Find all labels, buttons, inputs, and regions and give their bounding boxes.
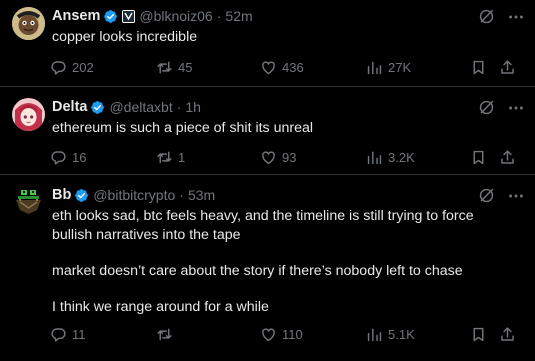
like-button[interactable]: 436 [260,57,304,77]
more-icon[interactable] [507,8,525,26]
user-handle[interactable]: @bitbitcrypto [93,187,175,203]
like-icon [262,150,275,164]
more-icon[interactable] [507,187,525,205]
separator-dot: · [179,187,184,203]
timestamp[interactable]: 52m [225,8,252,24]
separator-dot: · [216,8,222,24]
views-count: 27K [388,59,412,75]
reply-count: 11 [72,326,86,342]
tweet-paragraph: ethereum is such a piece of shit its unr… [52,120,314,136]
tweet-delta[interactable]: Delta @deltaxbt · 1h ethereum is such a … [0,87,535,175]
reply-button[interactable]: 11 [50,324,86,344]
bookmark-icon [473,60,484,74]
repost-count: 45 [178,59,193,75]
like-count: 93 [282,149,297,165]
bookmark-button[interactable] [470,324,487,344]
reply-icon [51,60,66,75]
user-handle[interactable]: @blknoiz06 [139,8,212,24]
repost-button[interactable] [156,324,178,344]
action-bar: 11 110 5.1K [50,324,520,344]
like-button[interactable]: 93 [260,147,296,167]
views-count: 5.1K [388,326,415,342]
views-button[interactable]: 5.1K [366,324,415,344]
verified-badge-icon [104,9,118,23]
repost-button[interactable]: 45 [156,57,192,77]
more-icon[interactable] [507,99,525,117]
tweet-bb[interactable]: Bb @bitbitcrypto · 53m eth looks sad, bt… [0,175,535,361]
share-icon [501,326,514,341]
timeline-feed: Ansem @blknoiz06 · 52m copper looks incr… [0,0,535,361]
share-button[interactable] [499,147,516,167]
action-bar: 202 45 436 27K [50,57,520,77]
tweet-paragraph: eth looks sad, btc feels heavy, and the … [52,208,474,243]
bookmark-button[interactable] [470,57,487,77]
avatar[interactable] [12,98,45,131]
repost-icon [157,328,172,340]
views-icon [367,151,382,164]
grok-icon[interactable] [478,99,495,116]
reply-count: 16 [72,149,87,165]
repost-icon [157,61,172,73]
avatar[interactable] [12,186,45,219]
views-button[interactable]: 27K [366,57,411,77]
tweet-paragraph: market doesn’t care about the story if t… [52,263,463,279]
reply-button[interactable]: 202 [50,57,94,77]
tweet-text: ethereum is such a piece of shit its unr… [52,119,509,138]
reply-icon [51,327,66,342]
separator-dot: · [176,99,182,115]
tweet-text: eth looks sad, btc feels heavy, and the … [52,207,509,317]
repost-count: 1 [178,149,186,165]
timestamp[interactable]: 53m [188,187,215,203]
reply-count: 202 [72,59,94,75]
reply-button[interactable]: 16 [50,147,86,167]
tweet-header: Bb @bitbitcrypto · 53m [52,185,215,205]
like-icon [262,327,275,341]
views-count: 3.2K [388,149,415,165]
tweet-header: Ansem @blknoiz06 · 52m [52,6,253,26]
avatar[interactable] [12,7,45,40]
display-name[interactable]: Bb [52,187,71,203]
bookmark-button[interactable] [470,147,487,167]
display-name[interactable]: Delta [52,99,87,115]
tweet-paragraph: copper looks incredible [52,29,198,45]
user-handle[interactable]: @deltaxbt [109,99,172,115]
like-icon [262,60,275,74]
views-icon [367,328,382,341]
share-button[interactable] [499,324,516,344]
repost-button[interactable]: 1 [156,147,185,167]
affiliate-badge-icon[interactable] [122,9,136,23]
display-name[interactable]: Ansem [52,8,100,24]
share-button[interactable] [499,57,516,77]
tweet-header: Delta @deltaxbt · 1h [52,97,201,117]
tweet-paragraph: I think we range around for a while [52,299,269,315]
reply-icon [51,150,66,165]
like-button[interactable]: 110 [260,324,303,344]
timestamp[interactable]: 1h [185,99,201,115]
bookmark-icon [473,327,484,341]
action-bar: 16 1 93 3.2K [50,147,520,167]
grok-icon[interactable] [478,187,495,204]
views-icon [367,61,382,74]
tweet-ansem[interactable]: Ansem @blknoiz06 · 52m copper looks incr… [0,0,535,87]
like-count: 436 [282,59,304,75]
verified-badge-icon [75,188,89,202]
grok-icon[interactable] [478,8,495,25]
share-icon [501,59,514,74]
share-icon [501,149,514,164]
repost-icon [157,151,172,163]
bookmark-icon [473,150,484,164]
like-count: 110 [282,326,303,342]
verified-badge-icon [91,100,105,114]
tweet-text: copper looks incredible [52,28,509,47]
views-button[interactable]: 3.2K [366,147,415,167]
